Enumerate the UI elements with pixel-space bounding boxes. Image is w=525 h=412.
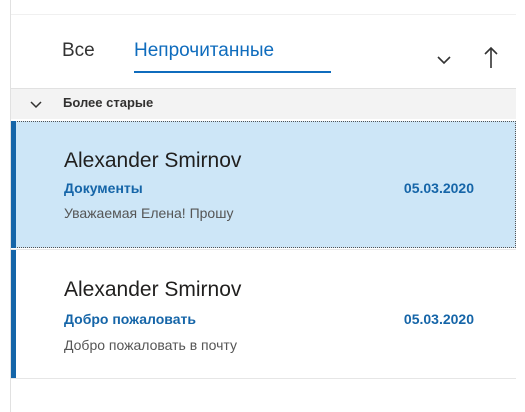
item-divider — [11, 378, 516, 379]
tab-all[interactable]: Все — [62, 38, 95, 64]
message-subject: Добро пожаловать — [64, 311, 196, 327]
unread-indicator — [11, 121, 16, 248]
chevron-down-icon[interactable] — [29, 98, 43, 110]
tab-unread[interactable]: Непрочитанные — [134, 38, 274, 64]
message-date: 05.03.2020 — [403, 311, 474, 327]
group-label: Более старые — [63, 95, 154, 110]
tab-unread-underline — [134, 71, 331, 73]
chevron-down-icon[interactable] — [434, 50, 454, 70]
message-list-pane: Все Непрочитанные Более старые Alexander… — [10, 0, 516, 412]
arrow-up-icon[interactable] — [483, 44, 499, 70]
top-divider — [11, 14, 516, 15]
message-sender: Alexander Smirnov — [64, 278, 242, 301]
group-header-older[interactable]: Более старые — [11, 89, 516, 119]
message-date: 05.03.2020 — [403, 180, 474, 196]
message-item[interactable]: Alexander Smirnov Документы 05.03.2020 У… — [11, 121, 516, 248]
message-sender: Alexander Smirnov — [64, 149, 242, 172]
message-preview: Уважаемая Елена! Прошу — [64, 205, 234, 221]
unread-indicator — [11, 250, 16, 378]
message-subject: Документы — [64, 180, 143, 196]
message-item[interactable]: Alexander Smirnov Добро пожаловать 05.03… — [11, 250, 516, 378]
message-preview: Добро пожаловать в почту — [64, 337, 237, 353]
